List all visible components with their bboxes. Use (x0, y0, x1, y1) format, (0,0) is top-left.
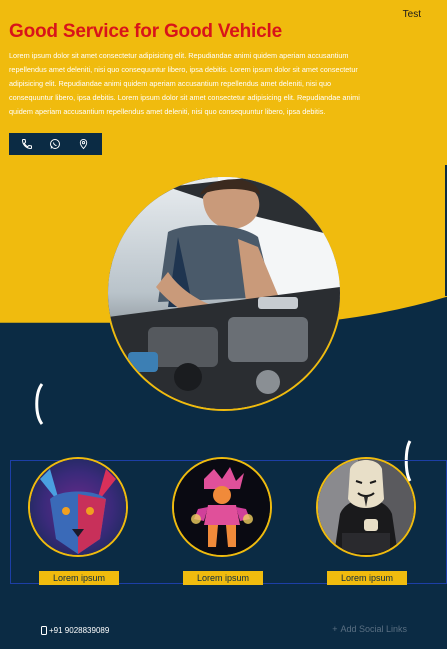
add-social-links-button[interactable]: + Add Social Links (332, 624, 407, 634)
plus-icon: + (332, 624, 338, 634)
hero-description: Lorem ipsum dolor sit amet consectetur a… (9, 51, 360, 116)
mobile-phone-icon (41, 626, 47, 635)
left-decorative-arc (35, 383, 44, 425)
gallery-card: Lorem ipsum (316, 457, 420, 585)
card-button[interactable]: Lorem ipsum (183, 571, 263, 585)
masked-hacker-image (316, 457, 416, 557)
whatsapp-icon[interactable] (47, 136, 63, 152)
mechanic-hero-image (106, 175, 342, 411)
glowing-fighter-image (172, 457, 272, 557)
wolf-portrait-image (28, 457, 128, 557)
phone-number: +91 9028839089 (49, 626, 110, 635)
gallery-card: Lorem ipsum (172, 457, 276, 585)
test-link[interactable]: Test (403, 9, 421, 20)
gallery-card: Lorem ipsum (28, 457, 132, 585)
contact-icon-bar (9, 133, 102, 155)
footer-phone[interactable]: +91 9028839089 (41, 626, 109, 635)
page-title: Good Service for Good Vehicle (9, 21, 282, 42)
location-pin-icon[interactable] (76, 136, 92, 152)
phone-icon[interactable] (19, 136, 35, 152)
add-social-links-label: Add Social Links (340, 624, 407, 634)
card-button[interactable]: Lorem ipsum (327, 571, 407, 585)
card-button[interactable]: Lorem ipsum (39, 571, 119, 585)
page: Test Good Service for Good Vehicle Lorem… (0, 0, 447, 649)
